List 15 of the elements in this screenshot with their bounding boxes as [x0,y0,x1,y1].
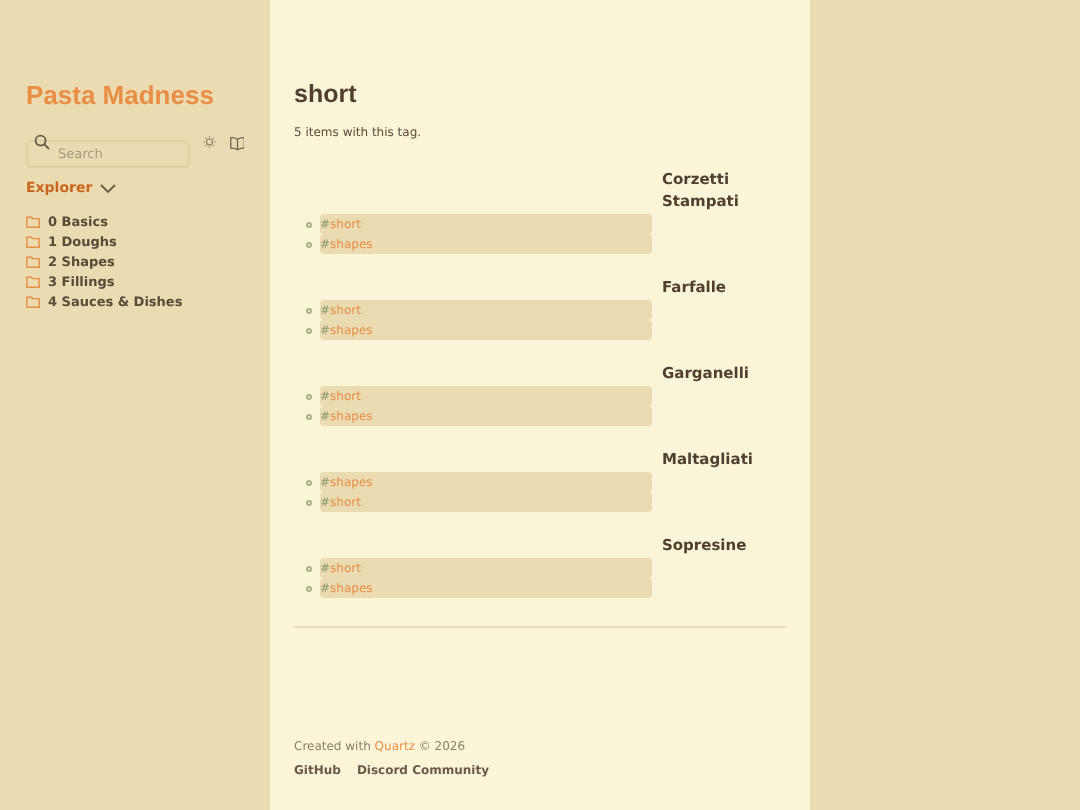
sun-icon[interactable] [202,132,217,152]
book-icon[interactable] [229,133,244,151]
bullet-icon [306,499,312,505]
chevron-icon [100,183,117,193]
bullet-icon [306,565,312,571]
page-title: short [294,80,359,108]
bullet-icon [306,479,312,485]
bullet-icon [306,327,312,333]
bullet-icon [306,393,312,399]
bullet-icon [306,221,312,227]
bullet-icon [306,585,312,591]
site-title[interactable]: Pasta Madness [26,80,244,110]
bullet-icon [306,307,312,313]
bullet-icon [306,413,312,419]
bullet-icon [306,241,312,247]
